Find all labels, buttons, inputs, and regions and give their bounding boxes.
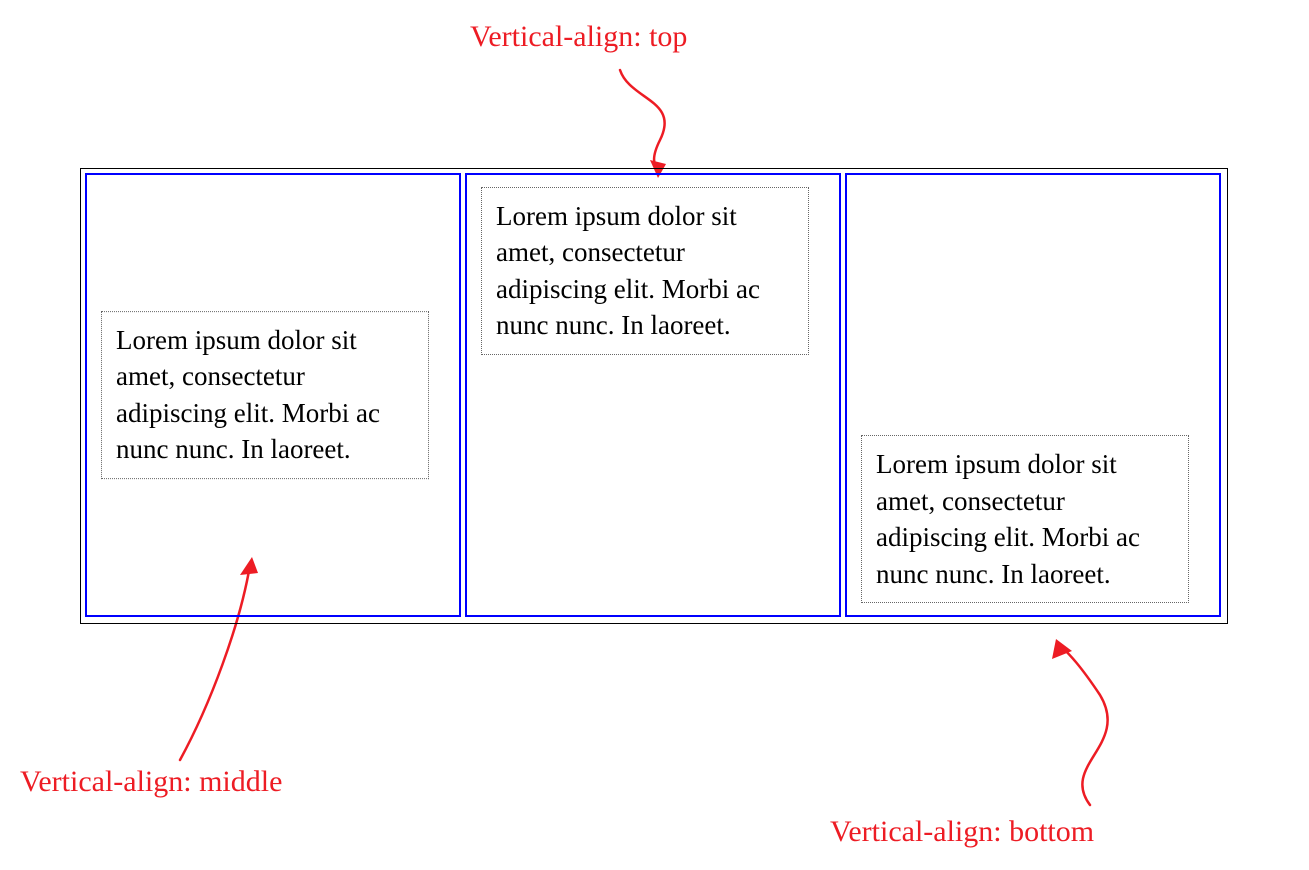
cell-bottom-text: Lorem ipsum dolor sit amet, consectetur … xyxy=(861,435,1189,603)
annotation-bottom: Vertical-align: bottom xyxy=(830,815,1094,849)
annotation-middle: Vertical-align: middle xyxy=(20,765,282,799)
cell-top: Lorem ipsum dolor sit amet, consectetur … xyxy=(465,173,841,617)
cell-top-text: Lorem ipsum dolor sit amet, consectetur … xyxy=(481,187,809,355)
arrow-bottom-icon xyxy=(1020,635,1180,815)
arrow-top-icon xyxy=(600,60,720,180)
cell-middle: Lorem ipsum dolor sit amet, consectetur … xyxy=(85,173,461,617)
cell-bottom: Lorem ipsum dolor sit amet, consectetur … xyxy=(845,173,1221,617)
annotation-top: Vertical-align: top xyxy=(470,20,687,54)
cell-middle-text: Lorem ipsum dolor sit amet, consectetur … xyxy=(101,311,429,479)
vertical-align-demo-container: Lorem ipsum dolor sit amet, consectetur … xyxy=(80,168,1228,624)
